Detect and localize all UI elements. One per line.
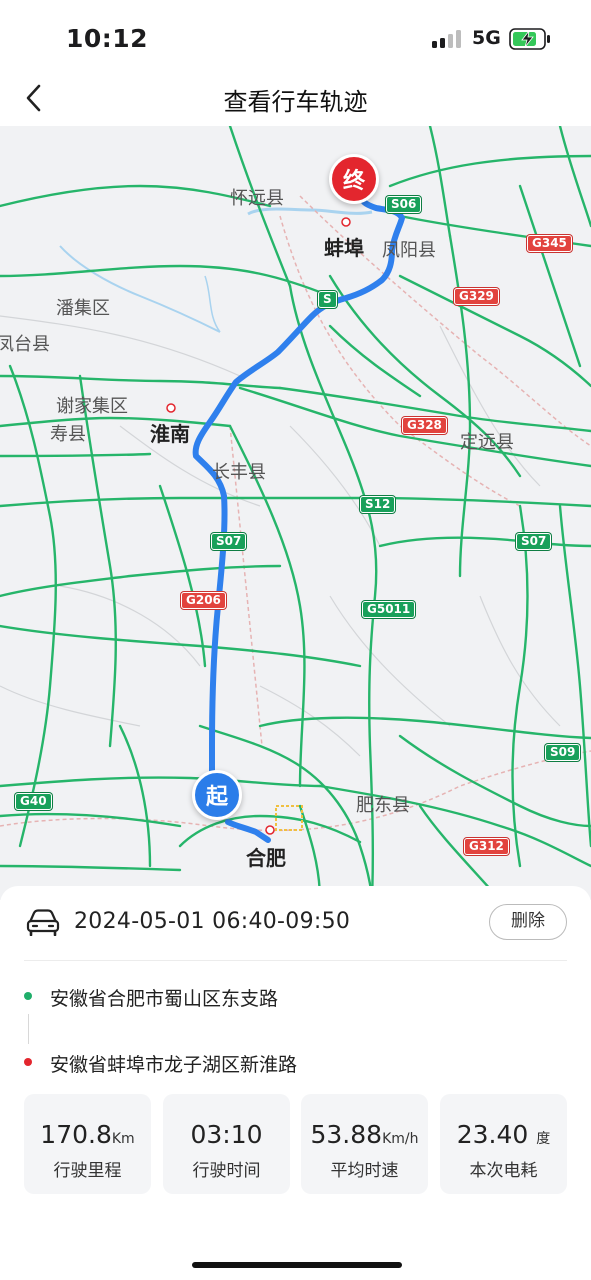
home-indicator[interactable] (192, 1262, 402, 1268)
road-shield-s-bengbu: S (318, 291, 337, 308)
stat-avg-speed-value: 53.88 (310, 1120, 383, 1149)
map-label-bengbu: 蚌埠 (324, 236, 364, 260)
road-shield-s07-left: S07 (211, 533, 247, 550)
stat-distance-unit: Km (111, 1131, 135, 1147)
road-shield-g329: G329 (454, 288, 499, 305)
delete-button[interactable]: 删除 (489, 904, 567, 940)
road-shield-s12: S12 (360, 496, 396, 513)
stat-energy-unit: 度 (536, 1131, 551, 1147)
car-icon (26, 909, 60, 936)
trip-stats: 170.8Km 行驶里程 03:10 行驶时间 53.88Km/h 平均时速 2… (24, 1094, 567, 1194)
road-shield-g5011: G5011 (362, 601, 416, 618)
stat-distance: 170.8Km 行驶里程 (24, 1094, 151, 1194)
map-label-huaiyuan: 怀远县 (230, 188, 284, 209)
divider (24, 960, 567, 961)
end-address: 安徽省蚌埠市龙子湖区新淮路 (50, 1054, 298, 1076)
map-label-changfeng: 长丰县 (212, 462, 266, 483)
network-type: 5G (472, 27, 501, 49)
map-label-huainan: 淮南 (150, 422, 190, 446)
map-label-panji: 潘集区 (56, 298, 110, 319)
road-shield-s06: S06 (386, 196, 422, 213)
end-dot-icon (24, 1058, 32, 1066)
stat-duration-value: 03:10 (190, 1120, 263, 1149)
stat-distance-label: 行驶里程 (53, 1161, 122, 1181)
stat-energy-value: 23.40 (456, 1120, 529, 1149)
route-map[interactable]: 怀远县 蚌埠 凤阳县 潘集区 凤台县 谢家集区 寿县 淮南 长丰县 定远县 肥东… (0, 126, 591, 900)
start-marker[interactable]: 起 (192, 770, 242, 820)
trip-time-range: 2024-05-01 06:40-09:50 (74, 909, 351, 934)
start-address: 安徽省合肥市蜀山区东支路 (50, 988, 279, 1010)
map-label-hefei: 合肥 (246, 846, 286, 870)
end-marker[interactable]: 终 (329, 154, 379, 204)
stat-avg-speed-unit: Km/h (382, 1131, 419, 1147)
road-shield-g312: G312 (464, 838, 509, 855)
map-label-dingyuan: 定远县 (460, 432, 514, 453)
stat-avg-speed-label: 平均时速 (330, 1161, 399, 1181)
stat-duration: 03:10 行驶时间 (163, 1094, 290, 1194)
nav-bar: 查看行车轨迹 (0, 70, 591, 126)
stat-avg-speed: 53.88Km/h 平均时速 (301, 1094, 428, 1194)
map-label-shouxian: 寿县 (50, 424, 86, 445)
map-label-fengtai: 凤台县 (0, 334, 50, 355)
stat-energy-label: 本次电耗 (469, 1161, 538, 1181)
page-title: 查看行车轨迹 (223, 88, 368, 116)
map-label-xiejiaji: 谢家集区 (56, 396, 128, 417)
road-shield-s07-right: S07 (516, 533, 552, 550)
stat-distance-value: 170.8 (40, 1120, 112, 1149)
signal-icon (432, 30, 464, 48)
road-shield-g40: G40 (15, 793, 52, 810)
trip-detail-card: 2024-05-01 06:40-09:50 删除 安徽省合肥市蜀山区东支路 安… (0, 886, 591, 1280)
address-connector (28, 1014, 29, 1044)
map-label-feidong: 肥东县 (356, 795, 410, 816)
road-shield-s09: S09 (545, 744, 581, 761)
battery-charging-icon (509, 28, 550, 50)
road-shield-g345: G345 (527, 235, 572, 252)
status-bar: 10:12 5G (0, 0, 591, 70)
stat-duration-label: 行驶时间 (192, 1161, 261, 1181)
stat-energy: 23.40 度 本次电耗 (440, 1094, 567, 1194)
road-shield-g328: G328 (402, 417, 447, 434)
start-dot-icon (24, 992, 32, 1000)
map-label-fengyang: 凤阳县 (382, 240, 436, 261)
map-roads (0, 126, 591, 900)
trip-header: 2024-05-01 06:40-09:50 删除 (24, 902, 567, 942)
status-time: 10:12 (66, 24, 149, 53)
road-shield-g206: G206 (181, 592, 226, 609)
